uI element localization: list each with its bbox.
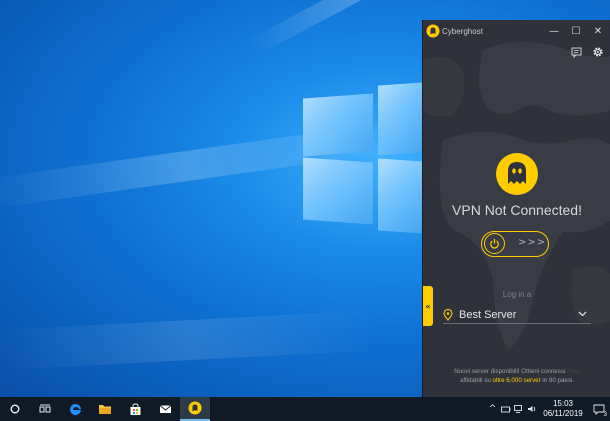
window-titlebar[interactable]: Cyberghost — ☐ ✕ — [423, 20, 610, 42]
network-icon[interactable] — [512, 397, 525, 421]
window-title: Cyberghost — [442, 26, 483, 36]
gear-icon[interactable] — [592, 46, 604, 58]
toggle-chevrons: >>> — [518, 237, 547, 248]
cyberghost-taskbar-button[interactable] — [180, 397, 210, 421]
cyberghost-icon — [188, 401, 202, 415]
edge-button[interactable] — [60, 397, 90, 421]
mail-button[interactable] — [150, 397, 180, 421]
system-tray: ^ 15:03 06/11/2019 3 — [486, 397, 610, 421]
maximize-button[interactable]: ☐ — [567, 23, 585, 39]
action-center-button[interactable]: 3 — [588, 397, 610, 421]
mail-icon — [159, 405, 171, 413]
login-link[interactable]: Log in a — [423, 290, 610, 299]
promo-line1: Nuovi server disponibili! Ottieni connes… — [454, 368, 566, 375]
message-icon[interactable] — [571, 47, 582, 58]
windows-logo-pane — [378, 82, 422, 156]
login-suffix: a — [526, 290, 532, 299]
server-selector[interactable]: Best Server — [443, 306, 591, 324]
task-view-button[interactable] — [30, 397, 60, 421]
store-icon — [130, 403, 140, 415]
edge-icon — [69, 403, 81, 415]
cortana-button[interactable] — [0, 397, 30, 421]
close-button[interactable]: ✕ — [589, 23, 607, 39]
promo-text: Nuovi server disponibili! Ottieni connes… — [431, 367, 603, 385]
cyberghost-window: Cyberghost — ☐ ✕ VPN Not Connected! >>> … — [422, 20, 610, 397]
promo-line2-pre: affidabili su — [459, 377, 493, 384]
file-explorer-icon — [99, 405, 111, 414]
clock-date: 06/11/2019 — [543, 409, 583, 418]
promo-highlight-link[interactable]: oltre 6.000 server — [493, 377, 541, 384]
taskbar: ^ 15:03 06/11/2019 3 — [0, 397, 610, 421]
store-button[interactable] — [120, 397, 150, 421]
connection-status: VPN Not Connected! — [452, 202, 582, 218]
minimize-button[interactable]: — — [545, 23, 563, 39]
connect-toggle[interactable]: >>> — [481, 231, 549, 257]
cyberghost-logo-icon — [426, 24, 440, 38]
clock-time: 15:03 — [552, 399, 574, 408]
notification-count: 3 — [603, 412, 607, 418]
light-beam — [0, 310, 381, 370]
location-pin-icon — [443, 308, 453, 321]
windows-logo-pane — [378, 158, 422, 234]
power-icon — [490, 239, 499, 249]
cortana-icon — [10, 404, 20, 414]
windows-logo-pane — [303, 93, 373, 157]
clock[interactable]: 15:03 06/11/2019 — [538, 399, 588, 419]
ghost-logo-icon — [496, 153, 538, 195]
windows-logo-pane — [303, 157, 373, 225]
server-label: Best Server — [459, 308, 517, 321]
task-view-icon — [39, 404, 51, 413]
power-button[interactable] — [484, 233, 505, 254]
battery-icon[interactable] — [499, 397, 512, 421]
chevron-down-icon[interactable] — [578, 311, 587, 317]
login-label: Log in — [502, 290, 525, 299]
promo-fast: Fast — [567, 368, 580, 375]
tray-overflow-button[interactable]: ^ — [486, 397, 499, 421]
file-explorer-button[interactable] — [90, 397, 120, 421]
volume-icon[interactable] — [525, 397, 538, 421]
promo-line2-post: in 90 paesi. — [540, 377, 575, 384]
